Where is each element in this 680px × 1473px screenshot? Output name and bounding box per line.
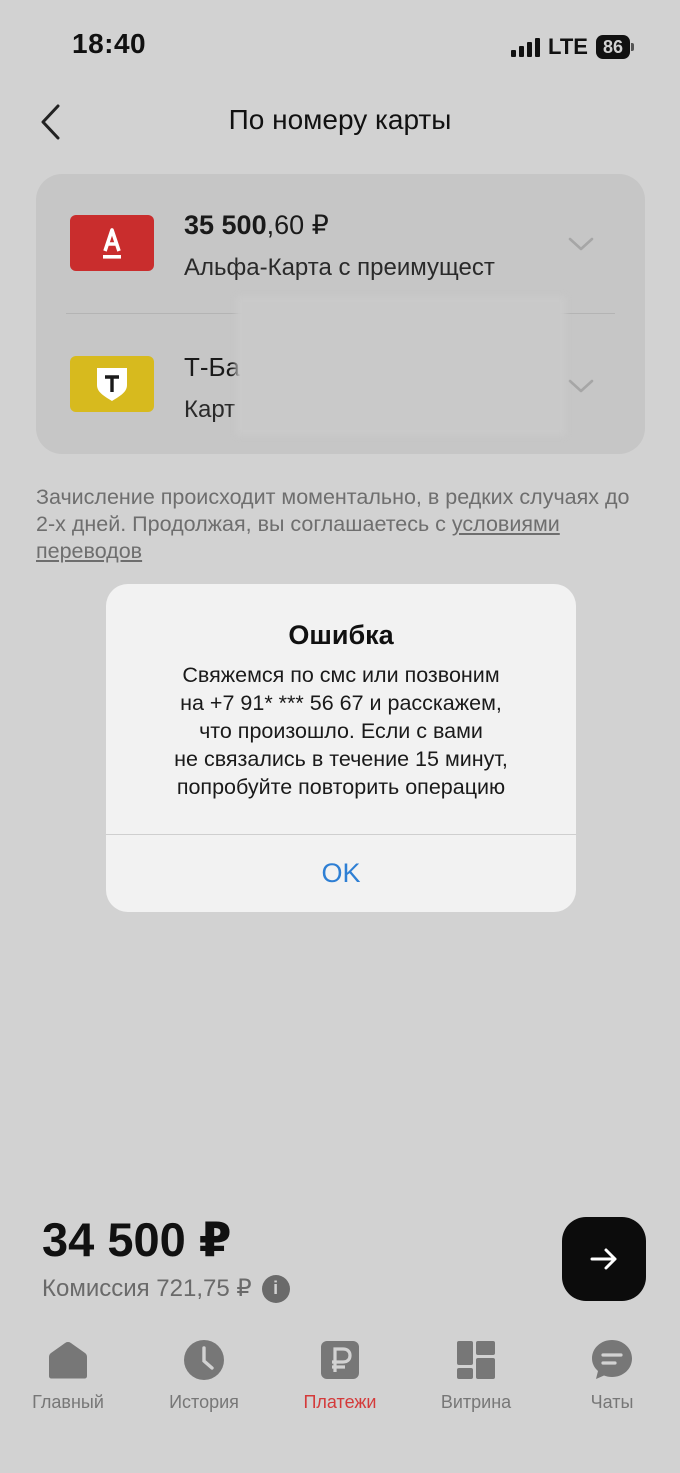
tab-home[interactable]: Главный	[13, 1338, 123, 1413]
error-dialog: Ошибка Свяжемся по смс или позвоним на +…	[106, 584, 576, 912]
chevron-down-icon	[568, 379, 594, 393]
network-type: LTE	[548, 34, 588, 59]
continue-button[interactable]	[562, 1217, 646, 1301]
tab-payments[interactable]: Платежи	[285, 1338, 395, 1413]
dialog-title: Ошибка	[288, 620, 394, 650]
ok-button[interactable]: OK	[106, 835, 576, 912]
battery-icon: 86	[595, 35, 634, 59]
fee-text: Комиссия 721,75 ₽	[42, 1275, 252, 1302]
card-name: Альфа-Карта с преимущест	[184, 254, 495, 281]
transfer-amount: 34 500 ₽	[42, 1213, 232, 1266]
status-time: 18:40	[72, 28, 147, 59]
redacted-area	[236, 296, 566, 436]
t-bank-logo	[70, 356, 154, 412]
card-name: Карт	[184, 396, 236, 423]
tab-history[interactable]: История	[149, 1338, 259, 1413]
clock-icon	[182, 1338, 226, 1382]
arrow-right-icon	[590, 1248, 617, 1270]
grid-icon	[454, 1338, 498, 1382]
fee-row: Комиссия 721,75 ₽ i	[42, 1274, 290, 1303]
dialog-message: Свяжемся по смс или позвоним на +7 91* *…	[174, 663, 508, 799]
info-icon[interactable]: i	[261, 1274, 290, 1303]
chevron-down-icon	[568, 237, 594, 251]
ruble-icon	[318, 1338, 362, 1382]
tab-showcase[interactable]: Витрина	[421, 1338, 531, 1413]
tab-chats[interactable]: Чаты	[557, 1338, 667, 1413]
card-bank-name: Т-Ба	[184, 352, 241, 382]
source-card-select[interactable]: 35 500,60 ₽ Альфа-Карта с преимущест	[36, 174, 645, 314]
transfer-note: Зачисление происходит моментально, в ред…	[36, 484, 646, 565]
battery-level: 86	[595, 35, 630, 59]
card-balance: 35 500,60 ₽	[184, 210, 329, 240]
chat-icon	[590, 1338, 634, 1382]
page-title: По номеру карты	[228, 104, 452, 135]
alfa-bank-logo	[70, 215, 154, 271]
home-icon	[46, 1338, 90, 1382]
status-indicators: LTE 86	[511, 34, 634, 60]
signal-icon	[511, 37, 541, 57]
